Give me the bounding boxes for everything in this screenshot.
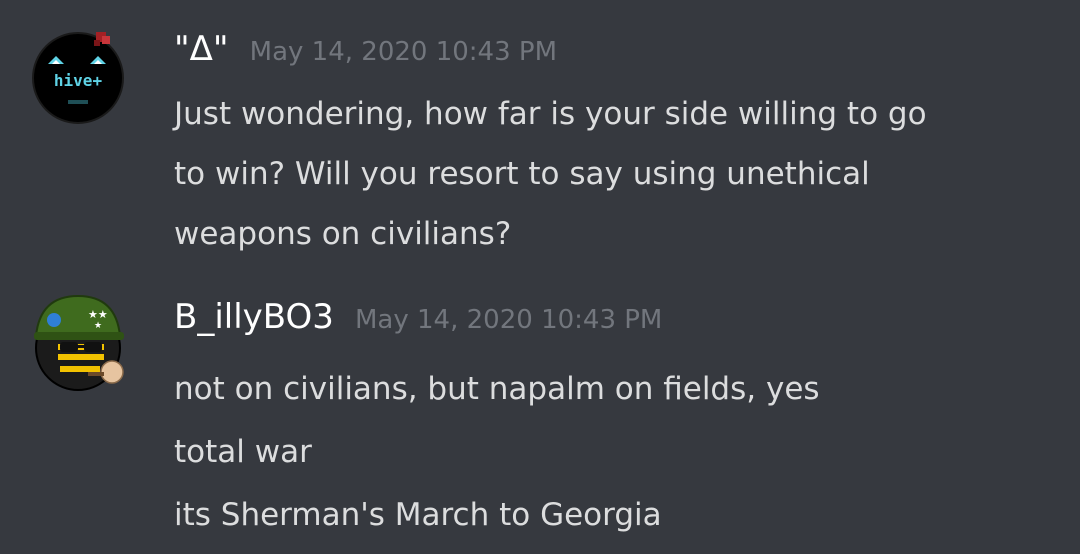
username[interactable]: B_illyBO3 bbox=[174, 292, 334, 342]
message-line: weapons on civilians? bbox=[174, 216, 512, 252]
svg-text:★: ★ bbox=[94, 321, 102, 331]
message-header: B_illyBO3 May 14, 2020 10:43 PM bbox=[174, 292, 662, 342]
svg-text:★★: ★★ bbox=[88, 308, 108, 321]
timestamp: May 14, 2020 10:43 PM bbox=[249, 37, 558, 67]
timestamp: May 14, 2020 10:43 PM bbox=[355, 305, 663, 335]
soldier-ball-avatar-icon: ★★ ★ bbox=[34, 294, 124, 391]
message-header: "Δ" May 14, 2020 10:43 PM bbox=[174, 24, 557, 74]
username[interactable]: "Δ" bbox=[174, 24, 229, 74]
message-content: Just wondering, how far is your side wil… bbox=[174, 84, 1054, 264]
avatar-text: hive+ bbox=[54, 71, 103, 90]
message-line: its Sherman's March to Georgia bbox=[174, 497, 662, 533]
message-line: Just wondering, how far is your side wil… bbox=[174, 96, 927, 132]
message-content: not on civilians, but napalm on fields, … bbox=[174, 358, 1054, 547]
message-line: total war bbox=[174, 434, 312, 470]
avatar[interactable]: ★★ ★ bbox=[30, 292, 126, 391]
avatar[interactable]: hive+ bbox=[30, 30, 126, 126]
hive-plus-avatar-icon: hive+ bbox=[32, 32, 124, 124]
chat-message-list: hive+ "Δ" May 14, 2020 10:43 PM Just won… bbox=[0, 0, 1080, 554]
message-line: not on civilians, but napalm on fields, … bbox=[174, 371, 820, 407]
message-line: to win? Will you resort to say using une… bbox=[174, 156, 870, 192]
